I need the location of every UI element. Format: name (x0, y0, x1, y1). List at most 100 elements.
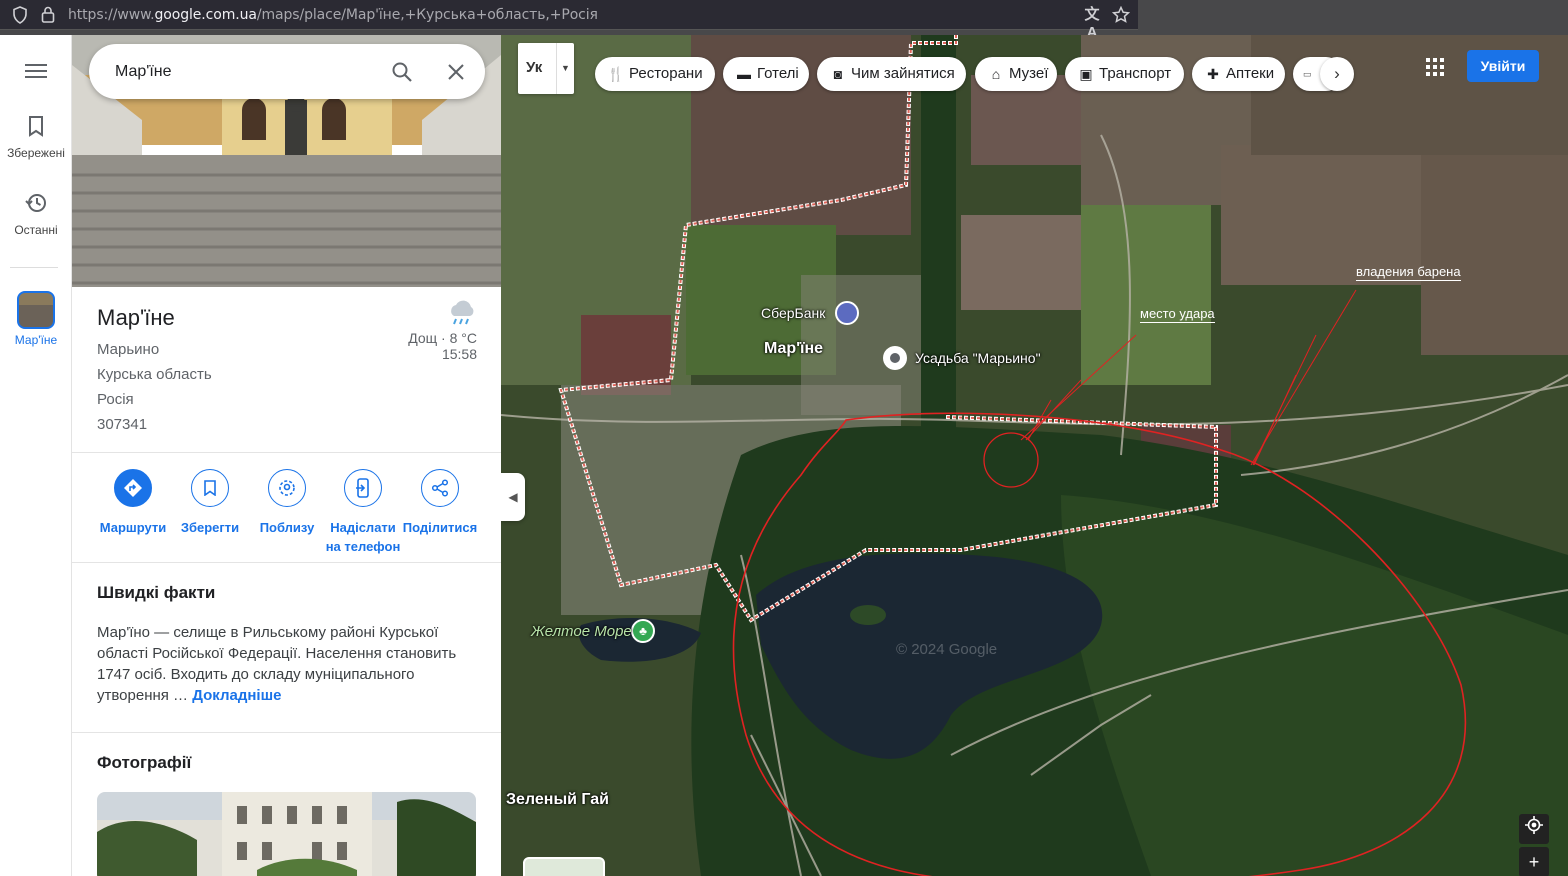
place-panel: Мар'їне Мар'їне Марьино Курська область … (72, 35, 501, 876)
place-thumbnail (17, 291, 55, 329)
chip-transport[interactable]: ▣ Транспорт (1065, 57, 1184, 91)
directions-button[interactable]: Маршрути (93, 467, 173, 537)
chip-label: Аптеки (1226, 65, 1275, 82)
camera-icon: ◙ (833, 66, 843, 82)
place-hero-photo[interactable]: Мар'їне (72, 35, 501, 287)
landmark-pin-icon[interactable] (883, 346, 907, 370)
map-canvas[interactable]: ♣ СберБанк Мар'їне Усадьба "Марьино" Жел… (501, 35, 1568, 876)
photo-thumbnail[interactable] (97, 792, 476, 876)
annotation-strike-site: место удара (1140, 306, 1215, 323)
place-postal-code: 307341 (97, 416, 148, 433)
divider (72, 452, 501, 453)
search-input[interactable]: Мар'їне (115, 63, 172, 81)
share-label: Поділитися (402, 520, 478, 535)
chip-label: Ресторани (629, 65, 703, 82)
translate-icon[interactable]: 文A (1083, 6, 1101, 41)
directions-icon (114, 469, 152, 507)
divider (72, 562, 501, 563)
photos-heading: Фотографії (97, 753, 192, 772)
directions-label: Маршрути (99, 520, 167, 535)
star-icon[interactable] (1111, 5, 1131, 24)
nearby-button[interactable]: Поблизу (247, 467, 327, 537)
bookmark-icon (29, 116, 43, 137)
menu-button[interactable] (0, 63, 72, 84)
chevron-down-icon[interactable]: ▼ (556, 43, 574, 94)
recent-button[interactable]: Останні (0, 192, 72, 237)
apps-grid-icon[interactable] (1425, 57, 1447, 79)
read-more-link[interactable]: Докладніше (192, 687, 281, 704)
close-icon[interactable] (447, 63, 465, 81)
quick-facts-text: Мар'їно — селище в Рильському районі Кур… (97, 622, 477, 706)
search-icon[interactable] (391, 61, 413, 83)
quick-facts-heading: Швидкі факти (97, 583, 216, 602)
chip-things-to-do[interactable]: ◙ Чим зайнятися (817, 57, 966, 91)
save-button[interactable]: Зберегти (170, 467, 250, 537)
chips-next-button[interactable]: › (1320, 57, 1354, 91)
chip-label: Транспорт (1099, 65, 1172, 82)
fork-knife-icon: 🍴 (607, 66, 625, 82)
browser-toolbar: https://www.google.com.ua/maps/place/Мар… (0, 0, 1568, 41)
chip-pharmacies[interactable]: ✚ Аптеки (1192, 57, 1285, 91)
left-rail: Збережені Останні Мар'їне (0, 35, 72, 876)
chip-museums[interactable]: ⌂ Музеї (975, 57, 1057, 91)
collapse-panel-button[interactable]: ◀ (501, 473, 525, 521)
search-box[interactable]: Мар'їне (89, 44, 485, 99)
map-watermark: © 2024 Google (896, 641, 998, 658)
map-label-lake[interactable]: Желтое Море (531, 623, 632, 640)
lock-icon[interactable] (39, 6, 57, 24)
map-label-town[interactable]: Мар'їне (764, 340, 823, 358)
divider (72, 732, 501, 733)
map-label-estate[interactable]: Усадьба "Марьино" (915, 350, 1041, 366)
chip-label: Готелі (757, 65, 799, 82)
recent-place-button[interactable]: Мар'їне (0, 291, 72, 347)
park-pin-icon[interactable]: ♣ (631, 619, 655, 643)
language-selector[interactable]: Ук ▼ (518, 43, 574, 94)
place-country: Росія (97, 391, 134, 408)
rain-icon (451, 300, 474, 325)
chip-restaurants[interactable]: 🍴 Ресторани (595, 57, 715, 91)
atm-icon: ▭ (1303, 69, 1312, 79)
map-label-sberbank[interactable]: СберБанк (761, 305, 825, 321)
my-location-icon (1525, 816, 1543, 834)
history-icon (25, 194, 46, 212)
sign-in-button[interactable]: Увійти (1467, 50, 1539, 82)
bus-icon: ▣ (1079, 66, 1093, 82)
url-prefix: https://www. (68, 7, 155, 23)
weather-description: Дощ · 8 °C (408, 330, 477, 346)
map-label-village[interactable]: Зеленый Гай (506, 791, 609, 809)
saved-label: Збережені (7, 146, 65, 160)
chip-hotels[interactable]: ▬ Готелі (723, 57, 809, 91)
chip-label: Музеї (1009, 65, 1049, 82)
annotation-baron-estate: владения барена (1356, 264, 1461, 281)
museum-icon: ⌂ (991, 66, 1001, 82)
shield-icon[interactable] (11, 6, 29, 24)
zoom-in-button[interactable]: + (1519, 847, 1549, 876)
satellite-imagery (501, 35, 1568, 876)
weather-widget: Дощ · 8 °C 15:58 (408, 299, 477, 362)
my-location-button[interactable] (1519, 814, 1549, 844)
nearby-icon (268, 469, 306, 507)
rail-divider (10, 267, 58, 268)
place-region: Курська область (97, 366, 212, 383)
bank-pin-icon[interactable] (835, 301, 859, 325)
nearby-label: Поблизу (259, 520, 315, 535)
chip-label: Чим зайнятися (851, 65, 955, 82)
language-code: Ук (526, 59, 543, 76)
url-text[interactable]: https://www.google.com.ua/maps/place/Мар… (68, 7, 598, 23)
save-label: Зберегти (180, 520, 240, 535)
saved-button[interactable]: Збережені (0, 115, 72, 160)
share-button[interactable]: Поділитися (400, 467, 480, 537)
weather-time: 15:58 (441, 346, 477, 362)
url-domain: google.com.ua (154, 7, 257, 23)
photo-image (97, 792, 476, 876)
send-to-phone-button[interactable]: Надіслати на телефон (323, 467, 403, 556)
plus-icon: + (1528, 852, 1540, 872)
address-bar[interactable]: https://www.google.com.ua/maps/place/Мар… (0, 0, 1138, 41)
send-to-phone-icon (344, 469, 382, 507)
recent-place-label: Мар'їне (14, 333, 58, 347)
bed-icon: ▬ (737, 66, 751, 82)
hamburger-icon (25, 64, 47, 78)
bookmark-icon (191, 469, 229, 507)
layers-toggle[interactable] (523, 857, 605, 876)
share-icon (421, 469, 459, 507)
